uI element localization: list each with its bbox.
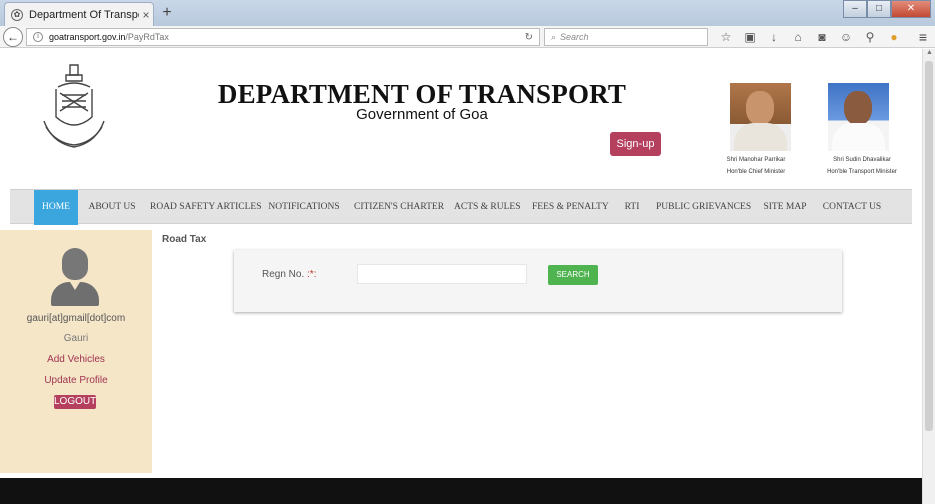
nav-item-road-safety-articles[interactable]: ROAD SAFETY ARTICLES	[150, 190, 262, 225]
clipboard-icon[interactable]: ▣	[738, 28, 762, 46]
minimize-button[interactable]: –	[843, 0, 867, 18]
new-tab-button[interactable]: +	[158, 4, 176, 22]
page-footer	[0, 478, 922, 504]
user-sidebar: gauri[at]gmail[dot]com Gauri Add Vehicle…	[0, 230, 152, 473]
back-arrow-icon[interactable]: ←	[3, 27, 23, 47]
pocket-icon[interactable]: ◙	[810, 28, 834, 46]
url-path: /PayRdTax	[125, 32, 169, 42]
goa-emblem-logo	[43, 64, 105, 148]
user-avatar-icon	[51, 248, 99, 308]
search-button[interactable]: SEARCH	[548, 265, 598, 285]
official-role: Hon'ble Transport Minister	[827, 169, 897, 175]
nav-item-fees-penalty[interactable]: FEES & PENALTY	[532, 190, 609, 225]
nav-item-contact-us[interactable]: CONTACT US	[822, 190, 882, 225]
nav-item-home[interactable]: HOME	[34, 190, 78, 225]
download-icon[interactable]: ↓	[762, 28, 786, 46]
browser-tab[interactable]: ✿ Department Of Transport,... ×	[4, 2, 154, 26]
window-controls: – □ ✕	[843, 0, 931, 18]
hamburger-menu-icon[interactable]: ≡	[915, 28, 931, 46]
regn-number-input[interactable]	[357, 264, 527, 284]
update-profile-link[interactable]: Update Profile	[0, 375, 152, 386]
tool-icon[interactable]: ⚲	[858, 28, 882, 46]
reload-icon[interactable]: ↻	[525, 32, 533, 43]
toolbar-icons: ☆ ▣ ↓ ⌂ ◙ ☺ ⚲ ●	[714, 28, 906, 46]
scrollbar-thumb[interactable]	[925, 61, 933, 431]
user-email: gauri[at]gmail[dot]com	[26, 313, 126, 324]
tab-close-icon[interactable]: ×	[139, 8, 153, 22]
logout-button[interactable]: LOGOUT	[54, 395, 96, 409]
page-viewport: DEPARTMENT OF TRANSPORT Government of Go…	[0, 49, 922, 504]
official-role: Hon'ble Chief Minister	[726, 169, 786, 175]
home-icon[interactable]: ⌂	[786, 28, 810, 46]
official-name: Shri Sudin Dhavalikar	[833, 157, 891, 163]
info-icon[interactable]: i	[33, 32, 43, 42]
site-favicon-icon: ✿	[11, 8, 23, 21]
url-bar[interactable]: i goatransport.gov.in /PayRdTax ↻	[26, 28, 540, 46]
nav-item-rti[interactable]: RTI	[622, 190, 642, 225]
road-tax-form: Regn No. :*: SEARCH	[234, 250, 842, 312]
transport-minister-caption: Shri Sudin Dhavalikar Hon'ble Transport …	[826, 154, 898, 178]
nav-item-citizens-charter[interactable]: CITIZEN'S CHARTER	[354, 190, 444, 225]
close-window-button[interactable]: ✕	[891, 0, 931, 18]
search-placeholder: Search	[560, 32, 589, 42]
search-input[interactable]: ⌕ Search	[544, 28, 708, 46]
main-nav-menu: HOME ABOUT US ROAD SAFETY ARTICLES NOTIF…	[10, 189, 912, 225]
signup-button[interactable]: Sign-up	[610, 132, 661, 156]
regn-label: Regn No. :*:	[262, 269, 316, 280]
nav-item-public-grievances[interactable]: PUBLIC GRIEVANCES	[656, 190, 751, 225]
url-host: goatransport.gov.in	[49, 32, 126, 42]
search-icon: ⌕	[551, 31, 557, 42]
transport-minister-photo	[828, 83, 889, 151]
nav-item-site-map[interactable]: SITE MAP	[762, 190, 808, 225]
section-heading: Road Tax	[162, 234, 207, 245]
official-name: Shri Manohar Parrikar	[726, 157, 786, 163]
nav-item-acts-rules[interactable]: ACTS & RULES	[454, 190, 521, 225]
chief-minister-caption: Shri Manohar Parrikar Hon'ble Chief Mini…	[716, 154, 796, 178]
scroll-up-icon[interactable]: ▲	[923, 49, 935, 59]
color-icon[interactable]: ●	[882, 28, 906, 46]
browser-titlebar: ✿ Department Of Transport,... × + – □ ✕	[0, 0, 935, 26]
page-subtitle: Government of Goa	[356, 106, 488, 123]
chief-minister-photo	[730, 83, 791, 151]
browser-navbar: ← i goatransport.gov.in /PayRdTax ↻ ⌕ Se…	[0, 26, 935, 48]
add-vehicles-link[interactable]: Add Vehicles	[0, 354, 152, 365]
star-icon[interactable]: ☆	[714, 28, 738, 46]
required-mark: :*:	[307, 269, 317, 280]
nav-item-notifications[interactable]: NOTIFICATIONS	[268, 190, 340, 225]
maximize-button[interactable]: □	[867, 0, 891, 18]
page-scrollbar[interactable]: ▲	[922, 49, 935, 504]
tab-title: Department Of Transport,...	[29, 8, 139, 21]
chat-icon[interactable]: ☺	[834, 28, 858, 46]
nav-item-about-us[interactable]: ABOUT US	[86, 190, 138, 225]
user-name: Gauri	[63, 333, 89, 344]
regn-label-text: Regn No.	[262, 269, 305, 280]
